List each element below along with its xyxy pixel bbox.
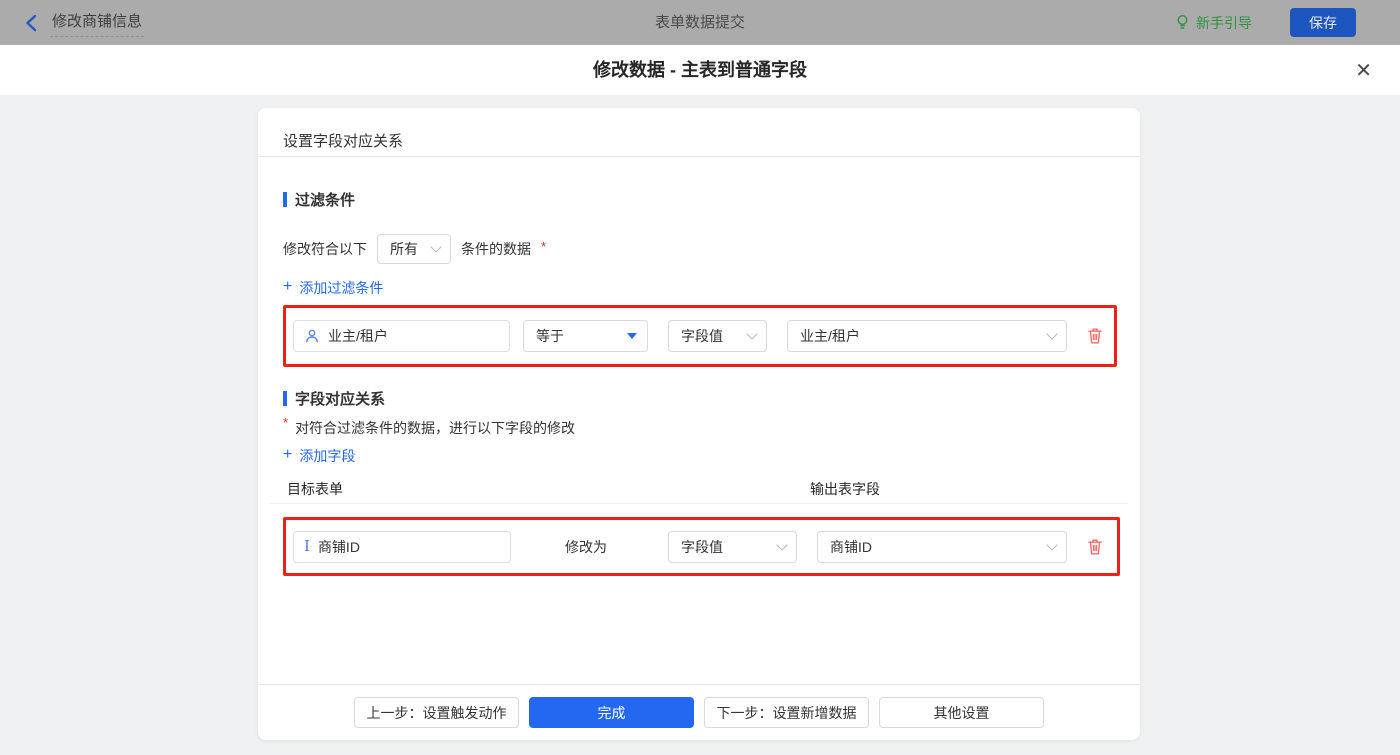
add-field-label: 添加字段 xyxy=(299,448,356,464)
condition-suffix-label: 条件的数据 xyxy=(461,241,531,257)
filter-value-select[interactable]: 业主/租户 xyxy=(787,320,1067,352)
plus-icon: + xyxy=(283,446,293,463)
mapping-value-select[interactable]: 商铺ID xyxy=(817,530,1067,563)
column-header-target-form: 目标表单 xyxy=(287,481,343,497)
save-button[interactable]: 保存 xyxy=(1290,8,1356,37)
chevron-down-icon xyxy=(746,328,758,340)
add-filter-condition-label: 添加过滤条件 xyxy=(299,280,384,296)
guide-label: 新手引导 xyxy=(1196,14,1252,31)
mapping-note: * 对符合过滤条件的数据，进行以下字段的修改 xyxy=(283,415,576,438)
columns-divider xyxy=(270,503,1128,504)
chevron-down-icon xyxy=(776,538,788,551)
beginner-guide-button[interactable]: 新手引导 xyxy=(1175,0,1252,45)
match-mode-select[interactable]: 所有 xyxy=(377,234,451,264)
column-header-output-field: 输出表字段 xyxy=(810,481,880,497)
next-step-button[interactable]: 下一步：设置新增数据 xyxy=(704,697,869,728)
filter-value-value: 业主/租户 xyxy=(800,328,860,344)
mapping-field-input[interactable]: I 商铺ID xyxy=(293,530,511,563)
highlight-box-filter-row: 业主/租户 等于 字段值 业主/租户 xyxy=(283,305,1117,367)
required-asterisk: * xyxy=(541,238,547,254)
done-button[interactable]: 完成 xyxy=(529,697,694,728)
match-mode-value: 所有 xyxy=(390,241,418,257)
modify-to-label: 修改为 xyxy=(565,538,607,555)
user-icon xyxy=(306,329,318,343)
filter-section-title: 过滤条件 xyxy=(283,189,355,210)
trash-icon xyxy=(1088,328,1102,344)
header-divider xyxy=(258,156,1140,157)
filter-operator-select[interactable]: 等于 xyxy=(523,320,648,352)
mapping-field-value: 商铺ID xyxy=(317,538,360,555)
lightbulb-icon xyxy=(1177,14,1188,29)
mapping-section-label: 字段对应关系 xyxy=(295,391,386,408)
top-bar: 修改商铺信息 表单数据提交 新手引导 保存 xyxy=(0,0,1400,45)
filter-field-value: 业主/租户 xyxy=(328,328,388,344)
mapping-note-text: 对符合过滤条件的数据，进行以下字段的修改 xyxy=(295,420,576,436)
section-accent-bar xyxy=(283,391,287,406)
panel-title: 设置字段对应关系 xyxy=(283,133,404,150)
mapping-panel: 设置字段对应关系 过滤条件 修改符合以下 所有 条件的数据 * + 添加过滤条件 xyxy=(258,108,1140,740)
chevron-down-icon xyxy=(1046,328,1058,340)
modal-title: 修改数据 - 主表到普通字段 xyxy=(593,60,807,80)
add-filter-condition-link[interactable]: + 添加过滤条件 xyxy=(283,278,383,298)
close-icon[interactable]: ✕ xyxy=(1355,45,1372,95)
other-settings-button[interactable]: 其他设置 xyxy=(879,697,1044,728)
footer-divider xyxy=(258,684,1140,685)
filter-value-type-value: 字段值 xyxy=(681,328,723,344)
mapping-section-title: 字段对应关系 xyxy=(283,388,385,409)
trash-icon xyxy=(1088,539,1102,554)
section-accent-bar xyxy=(283,192,287,207)
filter-condition-row: 修改符合以下 所有 条件的数据 * xyxy=(283,234,546,264)
prev-step-button[interactable]: 上一步：设置触发动作 xyxy=(354,697,519,728)
chevron-down-icon xyxy=(430,241,442,253)
delete-filter-row-button[interactable] xyxy=(1086,326,1104,346)
filter-operator-value: 等于 xyxy=(536,328,564,344)
caret-down-icon xyxy=(627,333,637,339)
mapping-value-type-value: 字段值 xyxy=(681,538,723,555)
filter-value-type-select[interactable]: 字段值 xyxy=(668,320,767,352)
text-field-icon: I xyxy=(304,537,310,555)
mapping-value-type-select[interactable]: 字段值 xyxy=(668,530,797,563)
condition-prefix-label: 修改符合以下 xyxy=(283,241,367,257)
highlight-box-mapping-row: I 商铺ID 修改为 字段值 商铺ID xyxy=(283,517,1120,576)
mapping-value-value: 商铺ID xyxy=(830,538,872,555)
required-asterisk: * xyxy=(283,415,289,430)
add-field-link[interactable]: + 添加字段 xyxy=(283,446,355,466)
app-root: 修改商铺信息 表单数据提交 新手引导 保存 修改数据 - 主表到普通字段 ✕ 设… xyxy=(0,0,1400,755)
modal-header: 修改数据 - 主表到普通字段 ✕ xyxy=(0,45,1400,95)
chevron-down-icon xyxy=(1046,538,1058,551)
delete-mapping-row-button[interactable] xyxy=(1086,537,1104,557)
footer-buttons: 上一步：设置触发动作 完成 下一步：设置新增数据 其他设置 xyxy=(258,697,1140,728)
filter-field-input[interactable]: 业主/租户 xyxy=(293,320,510,352)
plus-icon: + xyxy=(283,278,293,295)
filter-section-label: 过滤条件 xyxy=(295,192,356,209)
